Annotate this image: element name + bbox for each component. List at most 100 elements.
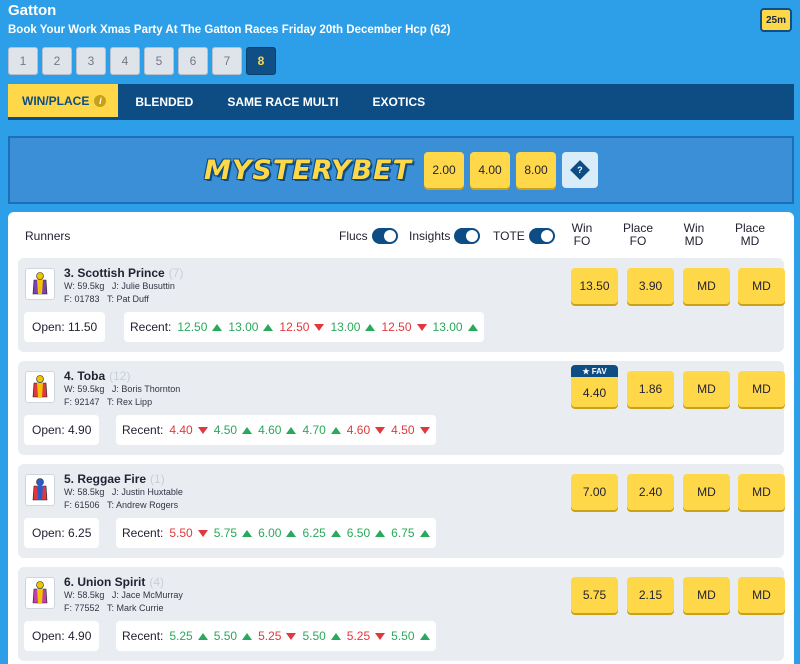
race-tab-8[interactable]: 8 <box>246 47 276 75</box>
place-fo-button[interactable]: 1.86 <box>627 371 674 407</box>
open-price: Open: 4.90 <box>24 621 100 651</box>
mysterybet-amount-button[interactable]: 8.00 <box>516 152 557 188</box>
runner-form-trainer: F: 61506 T: Andrew Rogers <box>64 500 179 510</box>
win-md-button[interactable]: MD <box>683 577 730 613</box>
fav-badge: ★ FAV <box>571 365 618 377</box>
flucs-label: Flucs <box>339 229 368 243</box>
win-fo-button[interactable]: 13.50 <box>571 268 618 304</box>
fluc-value: 5.25 <box>347 629 386 643</box>
runner-name[interactable]: 5. Reggae Fire (1) <box>64 472 165 486</box>
win-md-button[interactable]: MD <box>683 268 730 304</box>
fluc-value: 6.25 <box>302 526 341 540</box>
countdown-badge: 25m <box>760 8 792 32</box>
insights-toggle[interactable] <box>454 228 481 244</box>
arrow-up-icon <box>365 323 376 331</box>
fluc-value: 4.60 <box>258 423 297 437</box>
fluc-value: 13.00 <box>228 320 274 334</box>
flucs-toggle[interactable] <box>371 228 398 244</box>
race-tab-1[interactable]: 1 <box>8 47 38 75</box>
runner-row: 4. Toba (12) W: 59.5kg J: Boris Thornton … <box>18 361 785 455</box>
win-md-button[interactable]: MD <box>683 371 730 407</box>
arrow-up-icon <box>467 323 478 331</box>
place-fo-button[interactable]: 3.90 <box>627 268 674 304</box>
tote-label: TOTE <box>493 229 525 243</box>
col-place-md: Place MD <box>734 221 766 248</box>
win-md-button[interactable]: MD <box>683 474 730 510</box>
fluc-value: 6.75 <box>391 526 430 540</box>
race-tab-7[interactable]: 7 <box>212 47 242 75</box>
col-place-fo: Place FO <box>622 221 654 248</box>
arrow-up-icon <box>197 632 208 640</box>
runner-name[interactable]: 4. Toba (12) <box>64 369 130 383</box>
recent-flucs: Recent: 5.25 5.50 5.25 5.50 5.25 5.50 <box>116 621 436 651</box>
race-tab-4[interactable]: 4 <box>110 47 140 75</box>
help-icon: ? <box>570 160 590 180</box>
info-icon[interactable]: i <box>94 94 107 107</box>
runner-weight-jockey: W: 59.5kg J: Boris Thornton <box>64 384 181 394</box>
place-md-button[interactable]: MD <box>738 371 785 407</box>
race-tab-5[interactable]: 5 <box>144 47 174 75</box>
race-tab-6[interactable]: 6 <box>178 47 208 75</box>
insights-label: Insights <box>409 229 451 243</box>
fluc-value: 5.25 <box>169 629 208 643</box>
fluc-value: 6.00 <box>258 526 297 540</box>
mysterybet-help-button[interactable]: ? <box>562 152 599 188</box>
runners-header: Runners <box>25 229 71 243</box>
venue-title: Gatton <box>8 2 57 19</box>
fluc-value: 6.50 <box>347 526 386 540</box>
place-md-button[interactable]: MD <box>738 577 785 613</box>
tab-win-place-label: WIN/PLACE <box>22 93 90 108</box>
runner-row: 3. Scottish Prince (7) W: 59.5kg J: Julie… <box>18 258 785 352</box>
place-md-button[interactable]: MD <box>738 474 785 510</box>
runner-row: 5. Reggae Fire (1) W: 58.5kg J: Justin Hu… <box>18 464 785 558</box>
win-fo-button[interactable]: 7.00 <box>571 474 618 510</box>
arrow-up-icon <box>330 529 341 537</box>
race-tab-3[interactable]: 3 <box>76 47 106 75</box>
win-fo-button[interactable]: 5.75 <box>571 577 618 613</box>
arrow-up-icon <box>242 426 253 434</box>
place-fo-button[interactable]: 2.15 <box>627 577 674 613</box>
tab-win-place[interactable]: WIN/PLACE i <box>8 84 119 120</box>
fluc-value: 12.50 <box>381 320 427 334</box>
fluc-value: 4.50 <box>214 423 253 437</box>
jockey-silk-icon <box>25 268 55 300</box>
win-fo-button[interactable]: ★ FAV 4.40 <box>571 365 618 407</box>
mysterybet-amount-button[interactable]: 2.00 <box>424 152 465 188</box>
fluc-value: 4.50 <box>391 423 430 437</box>
runner-name[interactable]: 3. Scottish Prince (7) <box>64 266 183 280</box>
fluc-value: 12.50 <box>177 320 223 334</box>
recent-flucs: Recent: 4.40 4.50 4.60 4.70 4.60 4.50 <box>116 415 436 445</box>
arrow-down-icon <box>416 323 427 331</box>
runner-weight-jockey: W: 58.5kg J: Justin Huxtable <box>64 487 183 497</box>
place-fo-button[interactable]: 2.40 <box>627 474 674 510</box>
arrow-up-icon <box>212 323 223 331</box>
arrow-up-icon <box>286 426 297 434</box>
jockey-silk-icon <box>25 371 55 403</box>
flucs-toggle-group: Flucs <box>339 228 398 244</box>
tote-toggle[interactable] <box>528 228 555 244</box>
arrow-up-icon <box>286 529 297 537</box>
runner-name[interactable]: 6. Union Spirit (4) <box>64 575 164 589</box>
col-win-fo: Win FO <box>571 221 593 248</box>
fluc-value: 13.00 <box>330 320 376 334</box>
fluc-value: 13.00 <box>433 320 478 334</box>
place-md-button[interactable]: MD <box>738 268 785 304</box>
arrow-up-icon <box>375 529 386 537</box>
insights-toggle-group: Insights <box>409 228 481 244</box>
race-tab-2[interactable]: 2 <box>42 47 72 75</box>
runner-form-trainer: F: 92147 T: Rex Lipp <box>64 397 153 407</box>
jockey-silk-icon <box>25 577 55 609</box>
arrow-up-icon <box>419 632 430 640</box>
fluc-value: 4.40 <box>169 423 208 437</box>
tab-same-race-multi[interactable]: SAME RACE MULTI <box>210 95 355 109</box>
arrow-down-icon <box>314 323 325 331</box>
runner-form-trainer: F: 77552 T: Mark Currie <box>64 603 164 613</box>
arrow-down-icon <box>286 632 297 640</box>
arrow-down-icon <box>375 426 386 434</box>
mysterybet-amount-button[interactable]: 4.00 <box>470 152 511 188</box>
tab-exotics[interactable]: EXOTICS <box>355 95 442 109</box>
arrow-up-icon <box>330 426 341 434</box>
bet-type-nav: WIN/PLACE i BLENDED SAME RACE MULTI EXOT… <box>8 84 794 120</box>
tab-blended[interactable]: BLENDED <box>118 95 210 109</box>
open-price: Open: 6.25 <box>24 518 100 548</box>
